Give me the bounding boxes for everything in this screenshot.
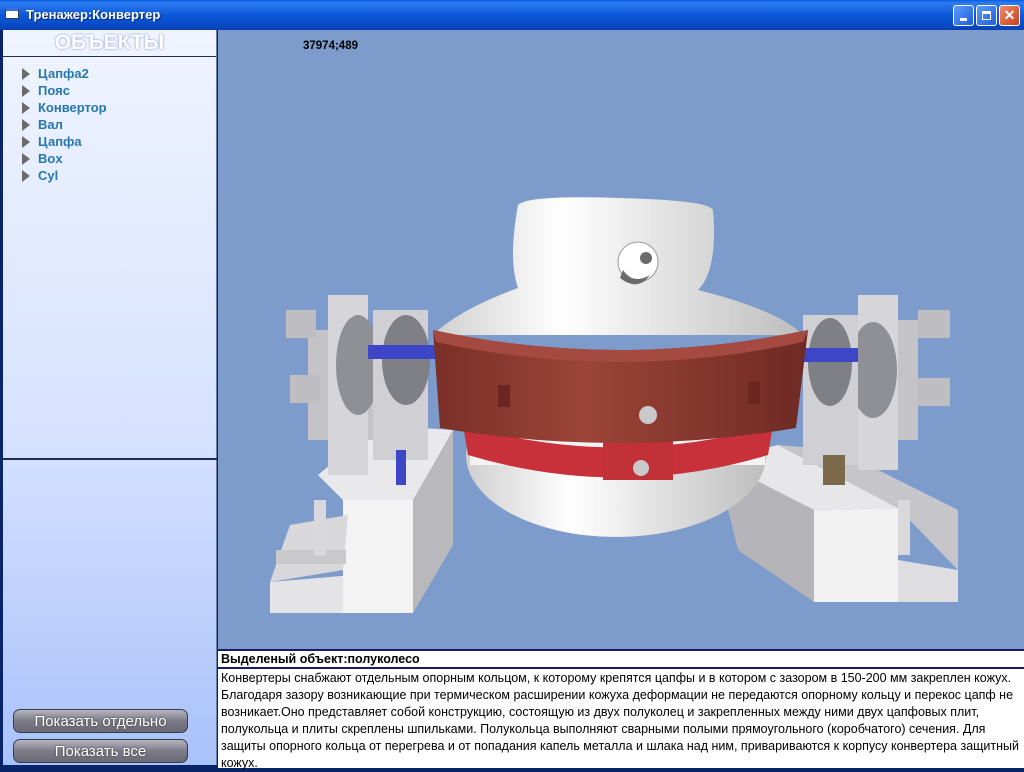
object-tree: Цапфа2 Пояс Конвертор Вал Цапфа Box Cyl [3,65,216,184]
tree-item-label: Cyl [38,168,59,183]
tree-item-label: Вал [38,117,63,132]
tree-item-cyl[interactable]: Cyl [3,167,216,184]
tree-item-konvertor[interactable]: Конвертор [3,99,216,116]
expand-arrow-icon[interactable] [22,135,30,148]
tree-item-val[interactable]: Вал [3,116,216,133]
tree-item-poyas[interactable]: Пояс [3,82,216,99]
expand-arrow-icon[interactable] [22,152,30,165]
3d-viewport[interactable]: 37974;489 [218,30,1024,649]
close-button[interactable]: ✕ [999,5,1020,26]
maximize-button[interactable] [976,5,997,26]
panel-divider [3,458,217,460]
objects-header: ОБЪЕКТЫ [3,30,216,57]
support-ring[interactable] [433,330,808,443]
tree-item-label: Box [38,151,63,166]
object-description: Конвертеры снабжают отдельным опорным ко… [221,671,1020,770]
window-icon [5,8,19,19]
tree-item-label: Цапфа2 [38,66,89,81]
expand-arrow-icon[interactable] [22,101,30,114]
maximize-icon [982,11,991,20]
tree-item-box[interactable]: Box [3,150,216,167]
selected-object-label: Выделеный объект:полуколесо [218,649,1024,669]
show-all-button[interactable]: Показать все [13,739,188,763]
minimize-button[interactable] [953,5,974,26]
title-bar[interactable]: Тренажер:Конвертер ✕ [0,0,1024,30]
show-separately-button[interactable]: Показать отдельно [13,709,188,733]
expand-arrow-icon[interactable] [22,84,30,97]
objects-panel: ОБЪЕКТЫ Цапфа2 Пояс Конвертор Вал Цапфа … [3,30,217,765]
close-icon: ✕ [1003,7,1016,23]
minimize-icon [960,18,967,21]
expand-arrow-icon[interactable] [22,118,30,131]
tree-item-tsapfa[interactable]: Цапфа [3,133,216,150]
expand-arrow-icon[interactable] [22,67,30,80]
expand-arrow-icon[interactable] [22,169,30,182]
window-title: Тренажер:Конвертер [26,7,161,22]
tree-item-label: Пояс [38,83,70,98]
converter-model[interactable] [218,30,1024,649]
info-panel: Выделеный объект:полуколесо Конвертеры с… [218,649,1024,770]
tree-item-label: Конвертор [38,100,107,115]
tree-item-label: Цапфа [38,134,82,149]
tree-item-tsapfa2[interactable]: Цапфа2 [3,65,216,82]
